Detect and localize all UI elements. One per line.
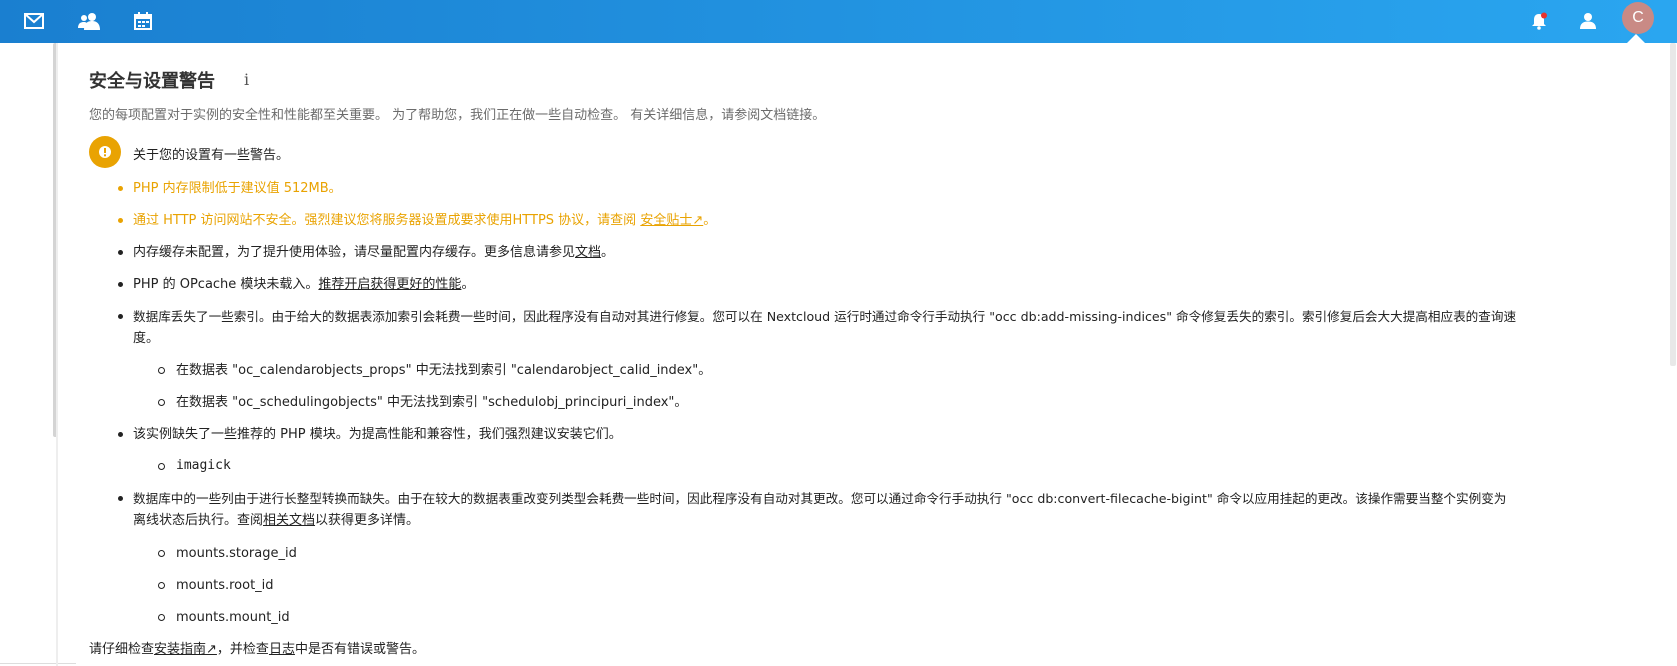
bullet	[118, 186, 123, 191]
bullet	[118, 432, 123, 437]
opcache-text: PHP 的 OPcache 模块未载入。	[133, 277, 319, 292]
footer-text-mid: ，并检查	[216, 642, 269, 657]
bigint-end: 以获得更多详情。	[315, 513, 420, 528]
circle-bullet	[158, 367, 165, 374]
bullet	[118, 314, 123, 319]
bullet	[118, 496, 123, 501]
bullet	[118, 218, 123, 223]
opcache-link[interactable]: 推荐开启获得更好的性能	[318, 277, 461, 292]
menu-caret	[1627, 34, 1645, 43]
top-bar: C	[0, 0, 1677, 43]
bullet	[118, 250, 123, 255]
contacts-icon[interactable]	[77, 9, 101, 33]
opcache-end: 。	[461, 277, 475, 292]
column-item: mounts.storage_id	[176, 546, 297, 561]
warning-header: 关于您的设置有一些警告。	[133, 148, 290, 163]
install-guide-link[interactable]: 安装指南↗	[154, 642, 217, 657]
section-description: 您的每项配置对于实例的安全性和性能都至关重要。 为了帮助您，我们正在做一些自动检…	[89, 108, 826, 123]
https-end: 。	[703, 213, 717, 228]
index-item: 在数据表 "oc_schedulingobjects" 中无法找到索引 "sch…	[176, 395, 688, 410]
list-item-missing-indices: 数据库丢失了一些索引。由于给大的数据表添加索引会耗费一些时间，因此程序没有自动对…	[133, 309, 1517, 324]
section-title: 安全与设置警告	[89, 71, 215, 92]
avatar-letter: C	[1632, 9, 1644, 26]
warning-icon	[89, 136, 121, 168]
circle-bullet	[158, 614, 165, 621]
column-item: mounts.root_id	[176, 578, 274, 593]
memcache-docs-link[interactable]: 文档	[575, 245, 601, 260]
circle-bullet	[158, 463, 165, 470]
security-tips-link[interactable]: 安全贴士↗	[640, 213, 703, 228]
list-item-php-memory: PHP 内存限制低于建议值 512MB。	[133, 181, 342, 196]
footer-text-end: 中是否有错误或警告。	[294, 642, 425, 657]
bigint-text: 离线状态后执行。查阅	[133, 513, 264, 528]
content-scrollbar[interactable]	[1670, 43, 1676, 366]
memcache-end: 。	[601, 245, 615, 260]
log-link[interactable]: 日志	[269, 642, 295, 657]
bigint-docs-link[interactable]: 相关文档	[263, 513, 315, 528]
contacts-menu-icon[interactable]	[1576, 9, 1600, 33]
list-item-bigint: 数据库中的一些列由于进行长整型转换而缺失。由于在较大的数据表重改变列类型会耗费一…	[133, 491, 1507, 506]
bullet	[118, 282, 123, 287]
memcache-text: 内存缓存未配置，为了提升使用体验，请尽量配置内存缓存。更多信息请参见	[133, 245, 576, 260]
circle-bullet	[158, 550, 165, 557]
column-item: mounts.mount_id	[176, 610, 290, 625]
module-item: imagick	[176, 458, 231, 473]
https-text: 通过 HTTP 访问网站不安全。强烈建议您将服务器设置成要求使用HTTPS 协议…	[133, 213, 641, 228]
calendar-icon[interactable]	[131, 9, 155, 33]
list-item-bigint-cont: 离线状态后执行。查阅相关文档以获得更多详情。	[133, 510, 419, 532]
footer-note: 请仔细检查安装指南↗，并检查日志中是否有错误或警告。	[89, 639, 425, 661]
list-item-https: 通过 HTTP 访问网站不安全。强烈建议您将服务器设置成要求使用HTTPS 协议…	[133, 210, 716, 232]
list-item-missing-indices-cont: 度。	[133, 331, 160, 346]
circle-bullet	[158, 582, 165, 589]
info-icon[interactable]: i	[244, 70, 249, 89]
list-item-php-modules: 该实例缺失了一些推荐的 PHP 模块。为提高性能和兼容性，我们强烈建议安装它们。	[133, 427, 622, 442]
index-item: 在数据表 "oc_calendarobjects_props" 中无法找到索引 …	[176, 363, 712, 378]
mail-icon[interactable]	[22, 9, 46, 33]
circle-bullet	[158, 399, 165, 406]
content-edge	[56, 43, 58, 666]
left-sidebar	[0, 43, 56, 666]
footer-text: 请仔细检查	[89, 642, 155, 657]
sidebar-divider	[0, 663, 76, 664]
avatar[interactable]: C	[1622, 2, 1654, 34]
notifications-icon[interactable]	[1527, 9, 1551, 33]
list-item-memcache: 内存缓存未配置，为了提升使用体验，请尽量配置内存缓存。更多信息请参见文档。	[133, 242, 614, 264]
list-item-opcache: PHP 的 OPcache 模块未载入。推荐开启获得更好的性能。	[133, 274, 474, 296]
